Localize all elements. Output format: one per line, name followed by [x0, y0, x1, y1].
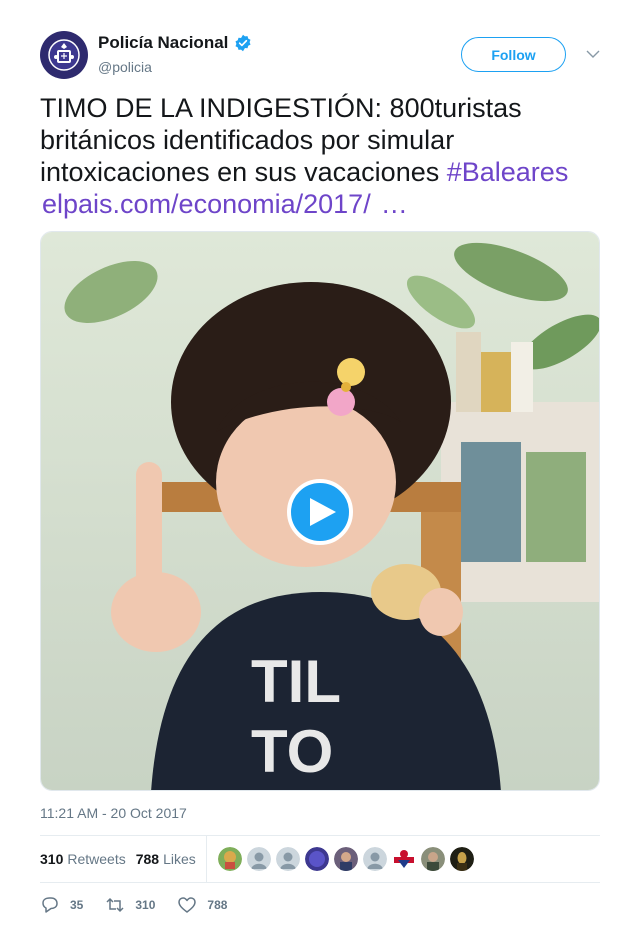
author-display-name[interactable]: Policía Nacional: [98, 33, 228, 53]
like-button[interactable]: 788: [177, 895, 227, 915]
liker-avatar[interactable]: [334, 847, 358, 871]
verified-badge-icon: [235, 34, 251, 52]
reply-count: 35: [70, 898, 84, 912]
like-count: 788: [207, 898, 228, 912]
reply-icon: [42, 897, 58, 913]
liker-avatar[interactable]: [363, 847, 387, 871]
retweet-count: 310: [135, 898, 156, 912]
tweet-stats: 310 Retweets 788 Likes: [40, 836, 600, 882]
tweet-text: TIMO DE LA INDIGESTIÓN: 800turistas brit…: [40, 92, 600, 220]
article-link[interactable]: elpais.com/economia/2017/: [42, 189, 371, 219]
tweet-actions: 35 310 788: [40, 894, 600, 916]
likes-stat[interactable]: 788 Likes: [136, 851, 196, 867]
liker-avatar[interactable]: [421, 847, 445, 871]
reply-button[interactable]: 35: [40, 895, 83, 915]
link-ellipsis[interactable]: …: [381, 189, 408, 219]
svg-text:TIL: TIL: [251, 648, 341, 715]
retweets-label: Retweets: [67, 851, 126, 867]
retweet-button[interactable]: 310: [105, 895, 155, 915]
play-button[interactable]: [287, 479, 353, 545]
article-link-row: elpais.com/economia/2017/ …: [40, 188, 600, 220]
retweets-stat[interactable]: 310 Retweets: [40, 851, 126, 867]
retweets-count: 310: [40, 851, 64, 867]
likes-label: Likes: [163, 851, 196, 867]
tweet-timestamp[interactable]: 11:21 AM - 20 Oct 2017: [40, 805, 187, 821]
play-icon: [309, 498, 336, 526]
likes-count: 788: [135, 851, 160, 867]
liker-avatar[interactable]: [392, 847, 416, 871]
liker-avatar[interactable]: [450, 847, 474, 871]
svg-text:TO: TO: [251, 718, 333, 785]
tweet-header: Policía Nacional @policia Follow: [40, 31, 600, 81]
liker-avatar[interactable]: [218, 847, 242, 871]
liker-avatar[interactable]: [247, 847, 271, 871]
liker-avatar[interactable]: [305, 847, 329, 871]
retweet-icon: [106, 897, 124, 913]
stats-separator: [206, 836, 207, 882]
hashtag-link[interactable]: #Baleares: [447, 157, 569, 187]
police-badge-icon[interactable]: [40, 31, 88, 79]
liker-avatars: [218, 847, 479, 871]
stats-bottom-divider: [40, 882, 600, 883]
author-handle[interactable]: @policia: [98, 59, 152, 75]
heart-icon: [178, 897, 197, 913]
video-player[interactable]: TIL TO: [40, 231, 600, 791]
chevron-down-icon[interactable]: [585, 46, 601, 62]
follow-button[interactable]: Follow: [461, 37, 566, 72]
author-name-row: Policía Nacional: [98, 33, 252, 53]
liker-avatar[interactable]: [276, 847, 300, 871]
